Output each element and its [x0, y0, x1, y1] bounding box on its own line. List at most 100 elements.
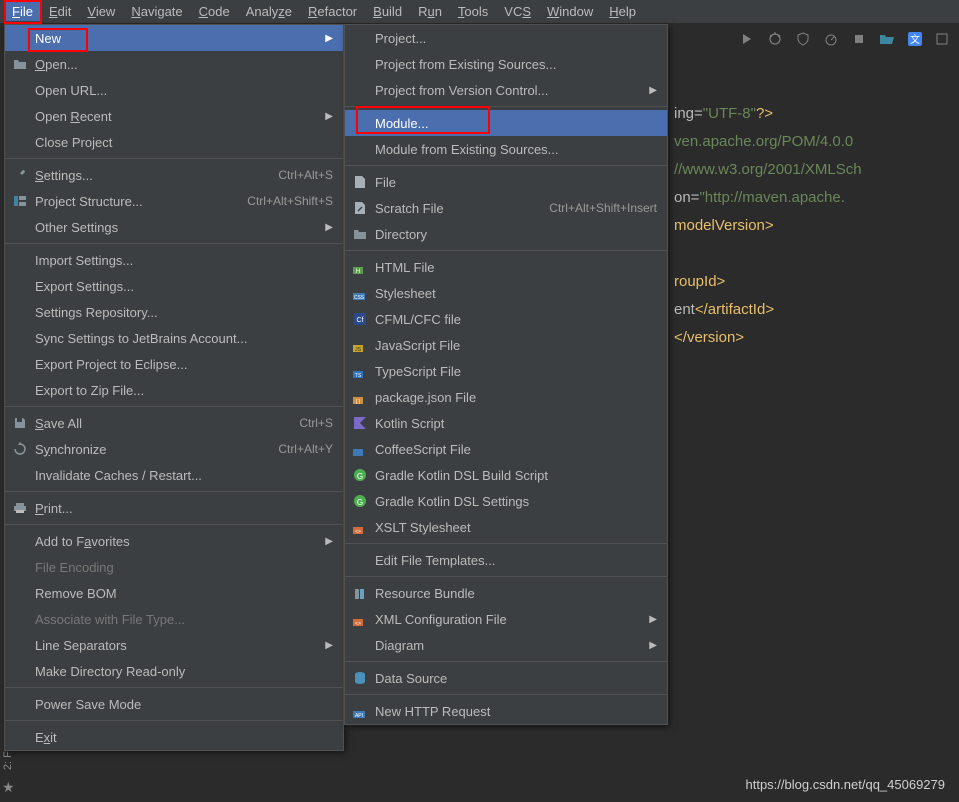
file-menu: New▶ Open... Open URL... Open Recent▶ Cl… — [4, 24, 344, 751]
menu-print[interactable]: Print... — [5, 495, 343, 521]
menu-file[interactable]: File — [4, 2, 41, 21]
menu-synchronize[interactable]: SynchronizeCtrl+Alt+Y — [5, 436, 343, 462]
more-icon[interactable] — [935, 31, 951, 47]
bundle-icon — [351, 585, 369, 601]
new-typescript[interactable]: TS TypeScript File — [345, 358, 667, 384]
menu-new[interactable]: New▶ — [5, 25, 343, 51]
new-http-request[interactable]: API New HTTP Request — [345, 698, 667, 724]
new-edit-templates[interactable]: Edit File Templates... — [345, 547, 667, 573]
new-project-existing[interactable]: Project from Existing Sources... — [345, 51, 667, 77]
menu-vcs[interactable]: VCS — [496, 2, 539, 21]
menu-power-save[interactable]: Power Save Mode — [5, 691, 343, 717]
menu-export-settings[interactable]: Export Settings... — [5, 273, 343, 299]
print-icon — [11, 500, 29, 516]
menu-export-zip[interactable]: Export to Zip File... — [5, 377, 343, 403]
new-file[interactable]: File — [345, 169, 667, 195]
menu-associate: Associate with File Type... — [5, 606, 343, 632]
menu-edit[interactable]: Edit — [41, 2, 79, 21]
menu-sync-settings[interactable]: Sync Settings to JetBrains Account... — [5, 325, 343, 351]
new-module[interactable]: Module... — [345, 110, 667, 136]
new-xml-config[interactable]: <> XML Configuration File▶ — [345, 606, 667, 632]
menu-save-all[interactable]: Save AllCtrl+S — [5, 410, 343, 436]
menu-invalidate[interactable]: Invalidate Caches / Restart... — [5, 462, 343, 488]
debug-icon[interactable] — [767, 31, 783, 47]
menu-help[interactable]: Help — [601, 2, 644, 21]
menu-analyze[interactable]: Analyze — [238, 2, 300, 21]
menu-navigate[interactable]: Navigate — [123, 2, 190, 21]
profiler-icon[interactable] — [823, 31, 839, 47]
menu-open-recent[interactable]: Open Recent▶ — [5, 103, 343, 129]
new-gradle-settings[interactable]: G Gradle Kotlin DSL Settings — [345, 488, 667, 514]
menu-file-encoding: File Encoding — [5, 554, 343, 580]
new-project-vcs[interactable]: Project from Version Control...▶ — [345, 77, 667, 103]
coffee-icon — [351, 441, 369, 457]
svg-text:API: API — [355, 713, 363, 718]
coverage-icon[interactable] — [795, 31, 811, 47]
menu-separator — [5, 158, 343, 159]
menu-tools[interactable]: Tools — [450, 2, 496, 21]
menu-separator — [5, 243, 343, 244]
svg-text:文: 文 — [910, 33, 920, 46]
menu-separator — [345, 694, 667, 695]
menu-remove-bom[interactable]: Remove BOM — [5, 580, 343, 606]
menu-code[interactable]: Code — [191, 2, 238, 21]
menu-settings-repo[interactable]: Settings Repository... — [5, 299, 343, 325]
new-diagram[interactable]: Diagram▶ — [345, 632, 667, 658]
menu-import-settings[interactable]: Import Settings... — [5, 247, 343, 273]
new-cfml[interactable]: Cf CFML/CFC file — [345, 306, 667, 332]
translate-icon[interactable]: 文 — [907, 31, 923, 47]
folder-open-icon[interactable] — [879, 31, 895, 47]
new-stylesheet[interactable]: CSS Stylesheet — [345, 280, 667, 306]
new-directory[interactable]: Directory — [345, 221, 667, 247]
menu-line-separators[interactable]: Line Separators▶ — [5, 632, 343, 658]
new-project[interactable]: Project... — [345, 25, 667, 51]
new-data-source[interactable]: Data Source — [345, 665, 667, 691]
menu-close-project[interactable]: Close Project — [5, 129, 343, 155]
menu-settings[interactable]: Settings...Ctrl+Alt+S — [5, 162, 343, 188]
menu-exit[interactable]: Exit — [5, 724, 343, 750]
menu-separator — [345, 250, 667, 251]
structure-icon — [11, 193, 29, 209]
new-resource-bundle[interactable]: Resource Bundle — [345, 580, 667, 606]
menu-other-settings[interactable]: Other Settings▶ — [5, 214, 343, 240]
menu-separator — [345, 106, 667, 107]
ts-icon: TS — [351, 363, 369, 379]
menu-open[interactable]: Open... — [5, 51, 343, 77]
menu-window[interactable]: Window — [539, 2, 601, 21]
menu-export-eclipse[interactable]: Export Project to Eclipse... — [5, 351, 343, 377]
menu-read-only[interactable]: Make Directory Read-only — [5, 658, 343, 684]
new-module-existing[interactable]: Module from Existing Sources... — [345, 136, 667, 162]
menu-run[interactable]: Run — [410, 2, 450, 21]
menu-add-favorites[interactable]: Add to Favorites▶ — [5, 528, 343, 554]
menu-project-structure[interactable]: Project Structure...Ctrl+Alt+Shift+S — [5, 188, 343, 214]
code-line: ent</artifactId> — [674, 296, 959, 324]
new-gradle-build[interactable]: G Gradle Kotlin DSL Build Script — [345, 462, 667, 488]
menu-refactor[interactable]: Refactor — [300, 2, 365, 21]
svg-text:CSS: CSS — [354, 295, 365, 300]
new-html[interactable]: H HTML File — [345, 254, 667, 280]
new-xslt[interactable]: <> XSLT Stylesheet — [345, 514, 667, 540]
menu-open-url[interactable]: Open URL... — [5, 77, 343, 103]
code-line: on="http://maven.apache. — [674, 184, 959, 212]
code-line: roupId> — [674, 268, 959, 296]
svg-text:{ }: { } — [356, 399, 361, 404]
menu-view[interactable]: View — [79, 2, 123, 21]
gradle-icon: G — [351, 493, 369, 509]
svg-text:H: H — [356, 269, 360, 274]
menu-build[interactable]: Build — [365, 2, 410, 21]
stop-icon[interactable] — [851, 31, 867, 47]
svg-text:JS: JS — [355, 347, 362, 352]
new-javascript[interactable]: JS JavaScript File — [345, 332, 667, 358]
menu-separator — [345, 576, 667, 577]
new-scratch[interactable]: Scratch FileCtrl+Alt+Shift+Insert — [345, 195, 667, 221]
new-package-json[interactable]: { } package.json File — [345, 384, 667, 410]
new-kotlin-script[interactable]: Kotlin Script — [345, 410, 667, 436]
svg-text:Cf: Cf — [357, 317, 364, 324]
api-icon: API — [351, 703, 369, 719]
code-line: ing="UTF-8"?> — [674, 100, 959, 128]
new-coffeescript[interactable]: CoffeeScript File — [345, 436, 667, 462]
folder-icon — [351, 226, 369, 242]
wrench-icon — [11, 167, 29, 183]
star-icon[interactable]: ★ — [2, 779, 15, 796]
run-icon[interactable] — [739, 31, 755, 47]
